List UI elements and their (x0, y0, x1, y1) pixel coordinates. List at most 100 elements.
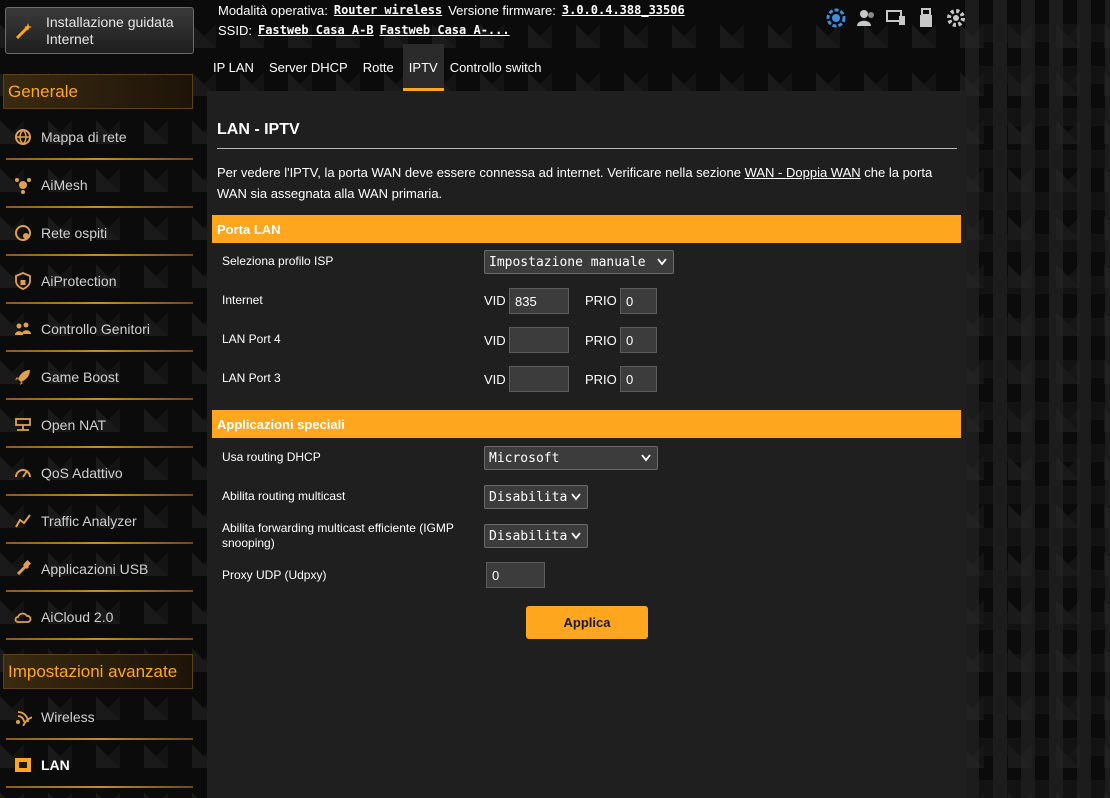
sidebar-item-lan[interactable]: LAN (6, 742, 193, 788)
description-text-1: Per vedere l'IPTV, la porta WAN deve ess… (217, 165, 745, 180)
sidebar: Installazione guidata Internet Generale … (0, 0, 200, 798)
wand-icon (12, 19, 36, 43)
sidebar-item-label: Open NAT (41, 417, 107, 433)
dhcp-routing-select[interactable]: Microsoft (484, 446, 658, 470)
header-info: Modalità operativa: Router wireless Vers… (218, 0, 691, 40)
firmware-label: Versione firmware: (448, 2, 556, 18)
lan-port-3-label: LAN Port 3 (222, 371, 281, 385)
sidebar-item-label: Mappa di rete (41, 129, 127, 145)
sidebar-item-label: Rete ospiti (41, 225, 108, 241)
wan-dual-wan-link[interactable]: WAN - Doppia WAN (745, 165, 861, 180)
ssid-link-2[interactable]: Fastweb Casa A-... (380, 23, 510, 37)
chevron-down-icon (570, 491, 582, 503)
sidebar-item-parental-control[interactable]: Controllo Genitori (6, 306, 193, 352)
isp-profile-select[interactable]: Impostazione manuale (484, 250, 674, 274)
special-apps-section-header: Applicazioni speciali (212, 410, 961, 438)
cloud-icon (12, 606, 34, 628)
tab-iptv[interactable]: IPTV (402, 44, 444, 91)
lan-icon (12, 754, 34, 776)
isp-profile-value: Impostazione manuale (489, 254, 646, 270)
mesh-icon (12, 174, 34, 196)
sidebar-item-traffic-analyzer[interactable]: Traffic Analyzer (6, 498, 193, 544)
rocket-icon (12, 366, 34, 388)
chevron-down-icon (656, 256, 668, 268)
lock-shield-icon (12, 270, 34, 292)
sidebar-item-game-boost[interactable]: Game Boost (6, 354, 193, 400)
internet-label: Internet (222, 293, 263, 307)
firmware-link[interactable]: 3.0.0.4.388_33506 (562, 3, 685, 17)
wifi-icon (12, 706, 34, 728)
chevron-down-icon (640, 452, 652, 464)
tab-routes[interactable]: Rotte (357, 44, 400, 91)
vid-label: VID (484, 333, 506, 348)
advanced-heading: Impostazioni avanzate (3, 654, 193, 689)
ssid-link-1[interactable]: Fastweb Casa A-B (258, 23, 374, 37)
sidebar-item-open-nat[interactable]: Open NAT (6, 402, 193, 448)
globe-icon (12, 126, 34, 148)
sidebar-item-label: Wireless (41, 709, 95, 725)
lan-port-section-header: Porta LAN (212, 215, 961, 243)
lan-port-4-prio-input[interactable]: 0 (620, 327, 657, 353)
vid-label: VID (484, 293, 506, 308)
sidebar-item-label: Traffic Analyzer (41, 513, 137, 529)
sidebar-item-aiprotection[interactable]: AiProtection (6, 258, 193, 304)
sidebar-item-label: AiCloud 2.0 (41, 609, 114, 625)
igmp-snooping-value: Disabilita (489, 528, 568, 544)
sidebar-item-label: Game Boost (41, 369, 119, 385)
sidebar-item-wireless[interactable]: Wireless (6, 694, 193, 740)
tab-dhcp-server[interactable]: Server DHCP (263, 44, 354, 91)
ssid-label: SSID: (218, 22, 252, 38)
multicast-routing-select[interactable]: Disabilita (484, 485, 588, 509)
settings-icon[interactable] (944, 6, 968, 30)
usb-icon[interactable] (914, 6, 938, 30)
vid-label: VID (484, 372, 506, 387)
internet-vid-input[interactable]: 835 (509, 288, 569, 314)
general-heading: Generale (3, 74, 193, 109)
internet-prio-input[interactable]: 0 (620, 288, 657, 314)
mode-link[interactable]: Router wireless (334, 3, 442, 17)
multicast-routing-label: Abilita routing multicast (222, 489, 346, 503)
network-status-icon[interactable] (824, 6, 848, 30)
sidebar-item-label: QoS Adattivo (41, 465, 123, 481)
lan-port-3-prio-input[interactable]: 0 (620, 366, 657, 392)
clients-icon[interactable] (854, 6, 878, 30)
apply-button[interactable]: Applica (526, 606, 648, 639)
sidebar-item-aicloud[interactable]: AiCloud 2.0 (6, 594, 193, 640)
sidebar-item-label: Controllo Genitori (41, 321, 150, 337)
gauge-icon (12, 462, 34, 484)
tab-bar: IP LAN Server DHCP Rotte IPTV Controllo … (207, 44, 547, 91)
family-icon (12, 318, 34, 340)
sidebar-item-network-map[interactable]: Mappa di rete (6, 114, 193, 160)
lan-port-3-vid-input[interactable] (509, 366, 569, 392)
sidebar-item-label: AiMesh (41, 177, 88, 193)
sidebar-item-aimesh[interactable]: AiMesh (6, 162, 193, 208)
lan-port-4-vid-input[interactable] (509, 327, 569, 353)
prio-label: PRIO (585, 293, 617, 308)
udpxy-input[interactable]: 0 (486, 562, 545, 588)
sidebar-item-adaptive-qos[interactable]: QoS Adattivo (6, 450, 193, 496)
igmp-snooping-select[interactable]: Disabilita (484, 524, 588, 548)
sidebar-item-label: AiProtection (41, 273, 117, 289)
lan-port-4-label: LAN Port 4 (222, 332, 281, 346)
tab-switch-control[interactable]: Controllo switch (444, 44, 548, 91)
background-decoration (965, 0, 1110, 798)
sidebar-item-usb-applications[interactable]: Applicazioni USB (6, 546, 193, 592)
sidebar-item-label: Applicazioni USB (41, 561, 149, 577)
nat-icon (12, 414, 34, 436)
tab-ip-lan[interactable]: IP LAN (207, 44, 260, 91)
prio-label: PRIO (585, 333, 617, 348)
isp-profile-label: Seleziona profilo ISP (222, 254, 334, 268)
mode-label: Modalità operativa: (218, 2, 328, 18)
analyzer-icon (12, 510, 34, 532)
quick-internet-setup-button[interactable]: Installazione guidata Internet (5, 7, 194, 54)
description: Per vedere l'IPTV, la porta WAN deve ess… (217, 162, 957, 204)
guest-network-icon (12, 222, 34, 244)
devices-icon[interactable] (884, 6, 908, 30)
sidebar-item-guest-network[interactable]: Rete ospiti (6, 210, 193, 256)
igmp-snooping-label: Abilita forwarding multicast efficiente … (222, 521, 454, 550)
main-panel: LAN - IPTV Per vedere l'IPTV, la porta W… (207, 91, 967, 798)
multicast-routing-value: Disabilita (489, 489, 568, 505)
dhcp-routing-value: Microsoft (489, 450, 560, 466)
title-divider (217, 148, 957, 149)
sidebar-item-label: LAN (41, 757, 70, 773)
